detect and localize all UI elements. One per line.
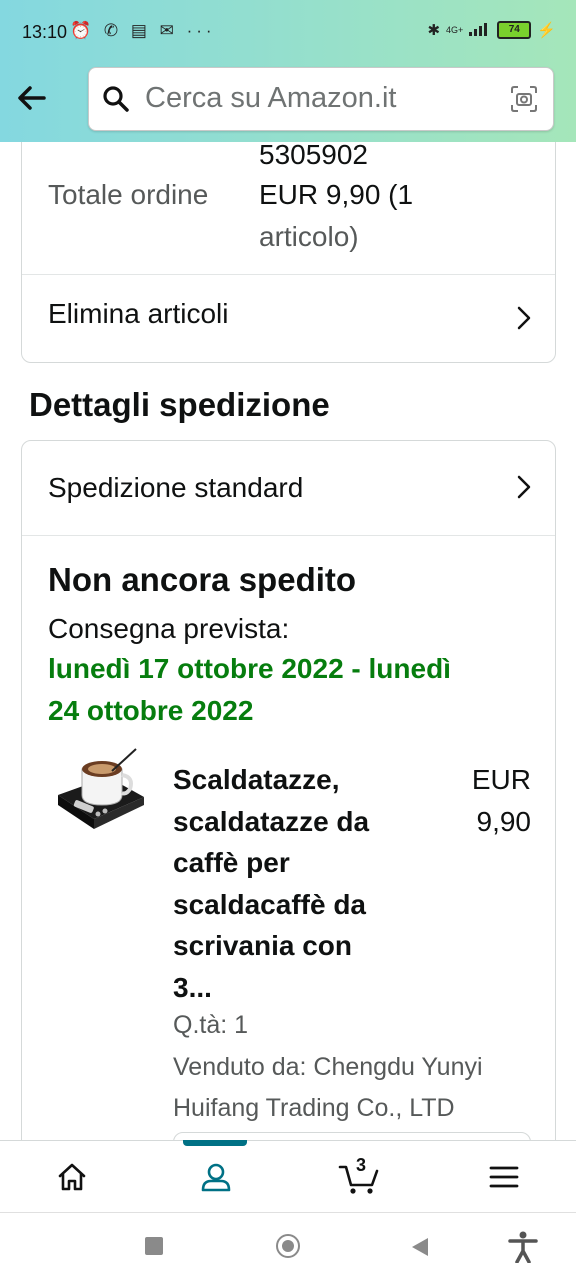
- shipping-details-heading: Dettagli spedizione: [29, 386, 330, 423]
- chevron-right-icon: [517, 306, 531, 330]
- shipping-method-label: Spedizione standard: [48, 472, 304, 503]
- status-bar: 13:10 ⏰ ✆ ▤ ✉ ··· ✱ 4G+ 74 ⚡: [0, 0, 576, 66]
- shipment-status-title: Non ancora spedito: [48, 561, 357, 598]
- chevron-right-icon: [517, 475, 531, 499]
- order-total-amount: EUR 9,90 (1: [259, 179, 414, 210]
- charging-icon: ⚡: [537, 22, 556, 39]
- product-title-line: scaldacaffè da: [173, 888, 366, 920]
- status-time: 13:10: [22, 22, 68, 42]
- network-label: 4G+: [446, 25, 464, 35]
- recent-apps-icon[interactable]: [145, 1237, 163, 1255]
- shipping-card: Spedizione standard Non ancora spedito C…: [21, 440, 556, 1140]
- order-summary-card: 5305902 Totale ordine EUR 9,90 (1 artico…: [21, 142, 556, 363]
- camera-search-icon[interactable]: [509, 84, 539, 114]
- back-button[interactable]: [14, 80, 54, 120]
- active-tab-indicator: [183, 1140, 247, 1146]
- item-action-button[interactable]: [173, 1132, 531, 1140]
- order-total-label: Totale ordine: [48, 179, 209, 210]
- price-amount: 9,90: [476, 805, 532, 837]
- product-image[interactable]: [50, 747, 150, 847]
- account-icon: [201, 1163, 231, 1192]
- order-number-tail: 5305902: [259, 142, 369, 170]
- accessibility-icon[interactable]: [508, 1231, 538, 1263]
- order-total-value: EUR 9,90 (1: [259, 179, 413, 211]
- delete-items-row[interactable]: Elimina articoli: [22, 275, 555, 361]
- nav-home[interactable]: [0, 1141, 144, 1213]
- back-triangle-icon[interactable]: [410, 1236, 430, 1258]
- notification-icons: ⏰ ✆ ▤ ✉ ···: [70, 21, 216, 40]
- product-quantity: Q.tà: 1: [173, 1011, 249, 1039]
- app-header: 13:10 ⏰ ✆ ▤ ✉ ··· ✱ 4G+ 74 ⚡ Cerca su Am…: [0, 0, 576, 142]
- home-icon: [58, 1163, 86, 1191]
- divider: [22, 535, 555, 536]
- status-right: ✱ 4G+ 74 ⚡: [427, 20, 556, 40]
- seller-line1: Venduto da: Chengdu Yunyi: [173, 1053, 483, 1081]
- order-total-items: articolo): [259, 221, 359, 252]
- battery-icon: 74: [497, 21, 532, 39]
- product-title-line: caffè per: [173, 847, 290, 878]
- search-bar[interactable]: Cerca su Amazon.it: [88, 67, 554, 131]
- product-price: EUR 9,90: [472, 759, 531, 842]
- price-currency: EUR: [471, 764, 531, 795]
- product-title-line: scrivania con: [173, 930, 352, 961]
- search-input[interactable]: Cerca su Amazon.it: [145, 82, 396, 115]
- bottom-navigation: 3: [0, 1140, 576, 1213]
- system-navigation-bar: [0, 1212, 576, 1281]
- signal-icon: [469, 20, 491, 40]
- shipping-method-row[interactable]: Spedizione standard: [22, 441, 555, 535]
- order-details-content[interactable]: 5305902 Totale ordine EUR 9,90 (1 artico…: [0, 142, 576, 1140]
- delivery-label: Consegna prevista:: [48, 613, 290, 644]
- product-title-line: Scaldatazze,: [173, 764, 340, 795]
- nav-cart[interactable]: 3: [288, 1141, 432, 1213]
- cart-count-badge: 3: [356, 1155, 367, 1175]
- nav-account[interactable]: [144, 1140, 288, 1213]
- back-arrow-icon: [18, 86, 46, 110]
- hamburger-menu-icon: [489, 1166, 519, 1188]
- nav-menu[interactable]: [432, 1141, 576, 1213]
- seller-line2: Huifang Trading Co., LTD: [173, 1094, 455, 1122]
- bluetooth-icon: ✱: [427, 22, 441, 39]
- product-title[interactable]: Scaldatazze, scaldatazze da caffè per sc…: [173, 759, 413, 1008]
- product-title-line: 3...: [173, 971, 212, 1003]
- delivery-date-line1: lunedì 17 ottobre 2022 - lunedì: [48, 653, 451, 684]
- home-circle-icon[interactable]: [276, 1234, 300, 1258]
- search-icon: [103, 86, 129, 112]
- product-title-line: scaldatazze da: [173, 805, 370, 837]
- delete-items-label: Elimina articoli: [48, 298, 229, 329]
- delivery-date-line2: 24 ottobre 2022: [48, 695, 254, 726]
